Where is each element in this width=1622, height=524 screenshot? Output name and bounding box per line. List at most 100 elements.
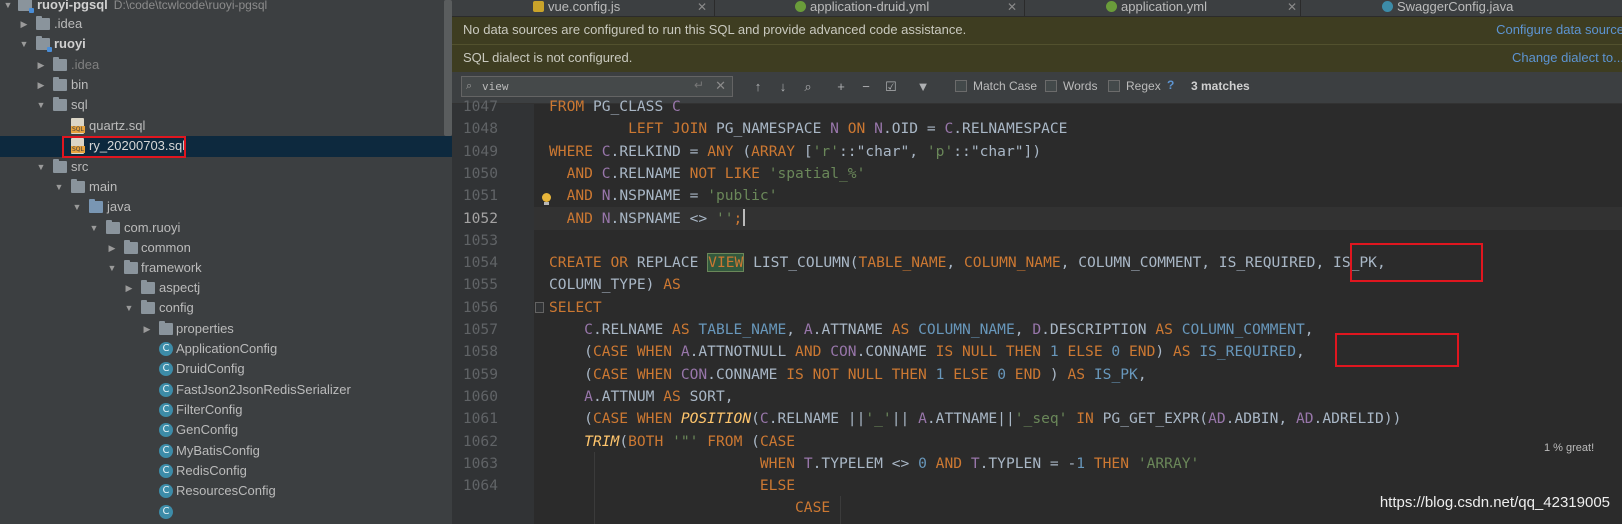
chevron-down-icon[interactable]: ▼ bbox=[18, 34, 30, 55]
tree-item-fastjson[interactable]: C FastJson2JsonRedisSerializer bbox=[0, 380, 452, 401]
find-all-icon[interactable]: ⌕ bbox=[799, 78, 817, 96]
tree-item-label: properties bbox=[176, 321, 234, 336]
chevron-right-icon[interactable]: ▶ bbox=[35, 75, 47, 96]
tree-item-label: .idea bbox=[54, 16, 83, 31]
tree-item-druidconfig[interactable]: C DruidConfig bbox=[0, 359, 452, 380]
tree-item-genconfig[interactable]: C GenConfig bbox=[0, 420, 452, 441]
tree-item-label: config bbox=[159, 300, 194, 315]
java-class-icon: C bbox=[159, 444, 173, 458]
search-input[interactable] bbox=[482, 78, 682, 95]
chevron-down-icon[interactable]: ▼ bbox=[123, 298, 135, 319]
tree-item-main[interactable]: ▼ main bbox=[0, 177, 452, 198]
words-checkbox[interactable] bbox=[1045, 80, 1057, 92]
folder-icon bbox=[53, 57, 67, 71]
tree-item-ruoyi[interactable]: ▼ ruoyi bbox=[0, 34, 452, 55]
tree-item-redisconfig[interactable]: C RedisConfig bbox=[0, 461, 452, 482]
tree-item-label: GenConfig bbox=[176, 422, 239, 437]
tree-item-framework[interactable]: ▼ framework bbox=[0, 258, 452, 279]
search-match-highlight: VIEW bbox=[707, 253, 745, 272]
tab-swagger-config[interactable]: SwaggerConfig.java bbox=[1382, 0, 1513, 16]
tree-scrollbar[interactable] bbox=[444, 0, 452, 136]
tree-item-java[interactable]: ▼ java bbox=[0, 197, 452, 218]
js-file-icon bbox=[533, 1, 544, 12]
tree-item-label: java bbox=[107, 199, 131, 214]
code-line: FROM PG_CLASS C bbox=[549, 98, 681, 115]
red-annotation-box bbox=[62, 136, 186, 158]
code-line: (CASE WHEN POSITION(C.RELNAME ||'_'|| A.… bbox=[549, 410, 1402, 427]
close-icon[interactable]: ✕ bbox=[1007, 0, 1017, 14]
tree-item-applicationconfig[interactable]: C ApplicationConfig bbox=[0, 339, 452, 360]
code-line: AND N.NSPNAME <> ''; bbox=[549, 208, 746, 230]
tree-item-label: aspectj bbox=[159, 280, 201, 295]
previous-occurrence-icon[interactable]: ↑ bbox=[749, 78, 767, 96]
select-all-occurrences-icon[interactable]: ☑ bbox=[882, 78, 900, 96]
chevron-right-icon[interactable]: ▶ bbox=[141, 319, 153, 340]
tree-item-idea[interactable]: ▶ .idea bbox=[0, 14, 452, 35]
tab-application-yml[interactable]: application.yml ✕ bbox=[1106, 0, 1297, 16]
banner-text: No data sources are configured to run th… bbox=[463, 22, 967, 37]
filter-icon[interactable]: ▼ bbox=[914, 78, 932, 96]
chevron-right-icon[interactable]: ▶ bbox=[35, 55, 47, 76]
java-class-icon: C bbox=[159, 362, 173, 376]
code-line: WHERE C.RELKIND = ANY (ARRAY ['r'::"char… bbox=[549, 143, 1042, 160]
tree-item-quartz-sql[interactable]: quartz.sql bbox=[0, 116, 452, 137]
tree-item-config[interactable]: ▼ config bbox=[0, 298, 452, 319]
regex-checkbox[interactable] bbox=[1108, 80, 1120, 92]
code-line: SELECT bbox=[549, 299, 602, 316]
module-folder-icon bbox=[36, 36, 52, 52]
search-icon[interactable]: ⌕ bbox=[466, 80, 472, 93]
code-line: (CASE WHEN CON.CONNAME IS NOT NULL THEN … bbox=[549, 366, 1147, 383]
close-icon[interactable]: ✕ bbox=[1287, 0, 1297, 14]
lightbulb-icon[interactable] bbox=[541, 193, 551, 205]
code-line: CREATE OR REPLACE VIEW LIST_COLUMN(TABLE… bbox=[549, 253, 1386, 272]
tree-item-resourcesconfig[interactable]: C ResourcesConfig bbox=[0, 481, 452, 502]
line-number: 1051 bbox=[462, 187, 498, 204]
tree-item-idea-sub[interactable]: ▶ .idea bbox=[0, 55, 452, 76]
chevron-right-icon[interactable]: ▶ bbox=[106, 238, 118, 259]
chevron-down-icon[interactable]: ▼ bbox=[88, 218, 100, 239]
change-dialect-link[interactable]: Change dialect to... bbox=[1512, 45, 1622, 71]
tree-item-mybatisconfig[interactable]: C MyBatisConfig bbox=[0, 441, 452, 462]
regex-label: Regex bbox=[1126, 79, 1161, 93]
sql-file-icon bbox=[71, 118, 85, 134]
tree-item-bin[interactable]: ▶ bin bbox=[0, 75, 452, 96]
tree-item-com-ruoyi[interactable]: ▼ com.ruoyi bbox=[0, 218, 452, 239]
add-occurrence-icon[interactable]: + bbox=[832, 78, 850, 96]
tree-root-path: D:\code\tcwlcode\ruoyi-pgsql bbox=[113, 0, 268, 12]
tree-item-properties[interactable]: ▶ properties bbox=[0, 319, 452, 340]
remove-occurrence-icon[interactable]: − bbox=[857, 78, 875, 96]
red-annotation-box bbox=[1335, 333, 1459, 367]
configure-datasource-link[interactable]: Configure data source bbox=[1496, 17, 1622, 43]
datasource-banner: No data sources are configured to run th… bbox=[452, 17, 1622, 45]
chevron-down-icon[interactable]: ▼ bbox=[106, 258, 118, 279]
java-class-icon bbox=[1382, 1, 1393, 12]
tree-item-common[interactable]: ▶ common bbox=[0, 238, 452, 259]
code-line: WHEN T.TYPELEM <> 0 AND T.TYPLEN = -1 TH… bbox=[759, 455, 1200, 472]
tree-item-sql[interactable]: ▼ sql bbox=[0, 95, 452, 116]
dialect-banner: SQL dialect is not configured. Change di… bbox=[452, 45, 1622, 73]
tree-item-filterconfig[interactable]: C FilterConfig bbox=[0, 400, 452, 421]
chevron-down-icon[interactable]: ▼ bbox=[35, 157, 47, 178]
search-field[interactable]: ⌕ ↵ ✕ bbox=[461, 76, 733, 97]
chevron-right-icon[interactable]: ▶ bbox=[123, 278, 135, 299]
tree-item-label: .idea bbox=[71, 57, 100, 72]
chevron-down-icon[interactable]: ▼ bbox=[71, 197, 83, 218]
clear-icon[interactable]: ✕ bbox=[715, 78, 726, 94]
line-gutter: 1047 1048 1049 1050 1051 1052 1053 1054 … bbox=[452, 98, 534, 524]
tree-item-aspectj[interactable]: ▶ aspectj bbox=[0, 278, 452, 299]
regex-help-link[interactable]: ? bbox=[1167, 78, 1174, 92]
tree-item-label: ResourcesConfig bbox=[176, 483, 276, 498]
chevron-right-icon[interactable]: ▶ bbox=[18, 14, 30, 35]
fold-start-icon[interactable] bbox=[535, 302, 544, 313]
tab-application-druid[interactable]: application-druid.yml ✕ bbox=[795, 0, 1017, 16]
match-case-checkbox[interactable] bbox=[955, 80, 967, 92]
next-occurrence-icon[interactable]: ↓ bbox=[774, 78, 792, 96]
close-icon[interactable]: ✕ bbox=[697, 0, 707, 14]
chevron-down-icon[interactable]: ▼ bbox=[35, 95, 47, 116]
folder-icon bbox=[53, 77, 67, 91]
tree-item-src[interactable]: ▼ src bbox=[0, 157, 452, 178]
chevron-down-icon[interactable]: ▼ bbox=[53, 177, 65, 198]
folder-icon bbox=[53, 97, 67, 111]
tab-vue-config[interactable]: vue.config.js ✕ bbox=[533, 0, 707, 16]
code-editor[interactable]: FROM PG_CLASS C LEFT JOIN PG_NAMESPACE N… bbox=[542, 96, 1401, 524]
